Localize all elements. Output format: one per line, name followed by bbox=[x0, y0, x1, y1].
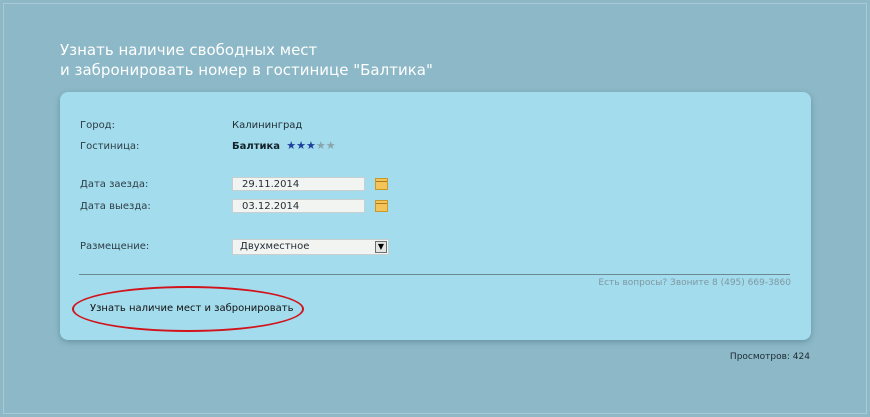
city-label: Город: bbox=[80, 120, 115, 131]
star-icon: ★ bbox=[296, 139, 306, 152]
star-icon: ★ bbox=[305, 139, 316, 152]
booking-form-panel: Город: Калининград Гостиница: Балтика ★★… bbox=[60, 92, 811, 340]
checkout-label: Дата выезда: bbox=[80, 201, 151, 212]
city-value: Калининград bbox=[232, 120, 303, 131]
page-title-line-1: Узнать наличие свободных мест bbox=[60, 41, 318, 59]
accommodation-select[interactable]: Двухместное ▼ bbox=[232, 239, 389, 255]
checkout-date-field[interactable]: 03.12.2014 bbox=[232, 199, 365, 213]
checkin-date-field[interactable]: 29.11.2014 bbox=[232, 177, 365, 191]
star-icon: ★ bbox=[286, 139, 297, 152]
page-title-line-2: и забронировать номер в гостинице "Балти… bbox=[60, 61, 433, 79]
checkin-label: Дата заезда: bbox=[80, 179, 149, 190]
form-divider bbox=[79, 274, 790, 275]
star-icon: ★ bbox=[315, 139, 326, 152]
check-availability-link[interactable]: Узнать наличие мест и забронировать bbox=[90, 303, 293, 314]
accommodation-selected-value: Двухместное bbox=[240, 241, 310, 252]
chevron-down-icon[interactable]: ▼ bbox=[375, 241, 387, 253]
calendar-icon[interactable] bbox=[375, 200, 388, 212]
hotel-label: Гостиница: bbox=[80, 141, 140, 152]
page-title: Узнать наличие свободных мест и забронир… bbox=[60, 40, 433, 80]
hotel-name: Балтика bbox=[232, 141, 281, 152]
hotel-rating: ★★★★★ bbox=[286, 139, 335, 152]
accommodation-label: Размещение: bbox=[80, 241, 150, 252]
calendar-icon[interactable] bbox=[375, 178, 388, 190]
star-icon: ★ bbox=[325, 139, 336, 152]
hotel-value: Балтика ★★★★★ bbox=[232, 139, 336, 152]
views-counter: Просмотров: 424 bbox=[729, 352, 810, 362]
contact-phone-text: Есть вопросы? Звоните 8 (495) 669-3860 bbox=[598, 278, 791, 288]
